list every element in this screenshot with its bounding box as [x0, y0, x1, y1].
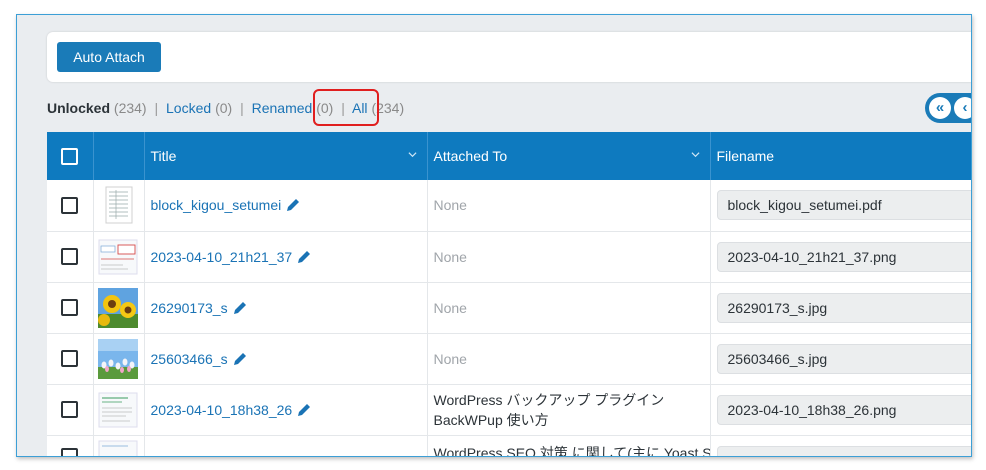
- row-checkbox[interactable]: [61, 401, 78, 418]
- select-cell: [47, 231, 94, 283]
- select-cell: [47, 435, 94, 456]
- header-select-cell: [47, 132, 94, 180]
- select-all-checkbox[interactable]: [61, 147, 78, 165]
- filter-locked[interactable]: Locked: [166, 100, 211, 116]
- filename-cell: block_kigou_setumei.pdf: [710, 180, 971, 232]
- attached-cell: WordPress SEO 対策 に関して(主に Yoast S: [427, 435, 711, 457]
- thumb-cell: [93, 231, 145, 283]
- table-row: 26290173_s None 26290173_s.jpg: [47, 282, 971, 334]
- sort-chevron-icon: [407, 152, 417, 158]
- sort-chevron-icon: [690, 152, 700, 158]
- toolbar: Auto Attach: [47, 32, 971, 82]
- filename-field[interactable]: block_kigou_setumei.pdf: [716, 190, 971, 221]
- thumb-cell: [93, 435, 145, 456]
- filter-renamed[interactable]: Renamed: [252, 100, 313, 116]
- attached-value: None: [433, 350, 467, 367]
- title-cell: 26290173_s: [144, 282, 428, 334]
- filename-field[interactable]: 25603466_s.jpg: [716, 343, 971, 374]
- thumb-cell: [93, 282, 145, 334]
- filter-separator: |: [154, 100, 159, 116]
- attached-cell: None: [427, 282, 711, 334]
- pagination: « ‹: [925, 93, 971, 123]
- highlight-box: [313, 89, 379, 126]
- prev-page-button[interactable]: ‹: [954, 97, 971, 119]
- table-row: 2023-04-10_18h38_26 WordPress バックアップ プラグ…: [47, 384, 971, 436]
- select-cell: [47, 282, 94, 334]
- title-link[interactable]: 2023-04-10_21h21_37: [151, 249, 293, 265]
- table-header-row: Title Attached To Filename: [47, 132, 971, 180]
- header-thumb-cell: [93, 132, 145, 180]
- first-page-button[interactable]: «: [929, 97, 951, 119]
- pencil-icon[interactable]: [232, 300, 248, 316]
- thumb-cell: [93, 333, 145, 385]
- pencil-icon[interactable]: [296, 249, 312, 265]
- filename-field[interactable]: 2023-04-10_18h38_26.png: [716, 394, 971, 425]
- attached-cell: None: [427, 333, 711, 385]
- filter-separator: |: [240, 100, 244, 116]
- title-cell: [144, 435, 428, 456]
- attached-value: None: [433, 299, 467, 316]
- select-cell: [47, 384, 94, 436]
- screenshot-icon: [98, 440, 137, 456]
- select-cell: [47, 180, 94, 232]
- filename-cell: 2023-04-10_21h21_37.png: [710, 231, 971, 283]
- row-checkbox[interactable]: [61, 350, 78, 367]
- filter-locked-count: (0): [215, 100, 233, 116]
- title-cell: 2023-04-10_18h38_26: [144, 384, 428, 436]
- attached-value: None: [433, 248, 467, 265]
- filename-field[interactable]: 2023-04-10_18h34_30.png: [716, 445, 971, 456]
- pencil-icon[interactable]: [296, 402, 312, 418]
- title-link[interactable]: block_kigou_setumei: [151, 197, 282, 213]
- attached-value[interactable]: WordPress SEO 対策 に関して(主に Yoast S: [434, 445, 710, 457]
- filename-cell: 26290173_s.jpg: [710, 282, 971, 334]
- column-attached-to[interactable]: Attached To: [427, 132, 711, 180]
- table-row: block_kigou_setumei None block_kigou_set…: [47, 180, 971, 232]
- title-link[interactable]: 26290173_s: [151, 300, 228, 316]
- row-checkbox[interactable]: [61, 447, 78, 456]
- select-cell: [47, 333, 94, 385]
- row-checkbox[interactable]: [61, 248, 78, 265]
- media-table: Title Attached To Filename block_kigou_s…: [47, 132, 971, 457]
- title-link[interactable]: 2023-04-10_18h38_26: [151, 402, 293, 418]
- pencil-icon[interactable]: [232, 351, 248, 367]
- filename-field[interactable]: 2023-04-10_21h21_37.png: [716, 241, 971, 272]
- table-row: 25603466_s None 25603466_s.jpg: [47, 333, 971, 385]
- filename-cell: 2023-04-10_18h38_26.png: [710, 384, 971, 436]
- pencil-icon[interactable]: [285, 197, 301, 213]
- filename-cell: 2023-04-10_18h34_30.png: [710, 435, 971, 456]
- column-filename-label: Filename: [716, 148, 775, 164]
- filename-cell: 25603466_s.jpg: [710, 333, 971, 385]
- screenshot-icon: [98, 392, 137, 427]
- document-icon: [105, 186, 132, 224]
- row-checkbox[interactable]: [61, 299, 78, 316]
- filter-unlocked[interactable]: Unlocked: [47, 100, 110, 116]
- title-link[interactable]: 25603466_s: [151, 351, 228, 367]
- attached-value: None: [433, 197, 467, 214]
- filename-field[interactable]: 26290173_s.jpg: [716, 292, 971, 323]
- column-filename[interactable]: Filename: [710, 132, 971, 180]
- sunflower-image: [97, 287, 138, 328]
- title-cell: block_kigou_setumei: [144, 180, 428, 232]
- attached-cell: None: [427, 231, 711, 283]
- thumb-cell: [93, 180, 145, 232]
- table-row: 2023-04-10_21h21_37 None 2023-04-10_21h2…: [47, 231, 971, 283]
- table-row: WordPress SEO 対策 に関して(主に Yoast S 2023-04…: [47, 435, 971, 457]
- title-cell: 2023-04-10_21h21_37: [144, 231, 428, 283]
- screenshot-icon: [98, 239, 137, 274]
- title-cell: 25603466_s: [144, 333, 428, 385]
- attached-cell: None: [427, 180, 711, 232]
- attached-cell: WordPress バックアップ プラグイン BackWPup 使い方: [427, 384, 711, 436]
- column-attached-label: Attached To: [433, 148, 508, 164]
- media-library-panel: Auto Attach Unlocked (234) | Locked (0) …: [16, 14, 972, 457]
- thumb-cell: [93, 384, 145, 436]
- tulip-image: [97, 338, 138, 379]
- column-title[interactable]: Title: [144, 132, 428, 180]
- filter-unlocked-count: (234): [113, 100, 147, 116]
- row-checkbox[interactable]: [61, 196, 78, 214]
- auto-attach-button[interactable]: Auto Attach: [57, 42, 161, 72]
- attached-value[interactable]: WordPress バックアップ プラグイン BackWPup 使い方: [434, 392, 665, 428]
- column-title-label: Title: [150, 148, 177, 164]
